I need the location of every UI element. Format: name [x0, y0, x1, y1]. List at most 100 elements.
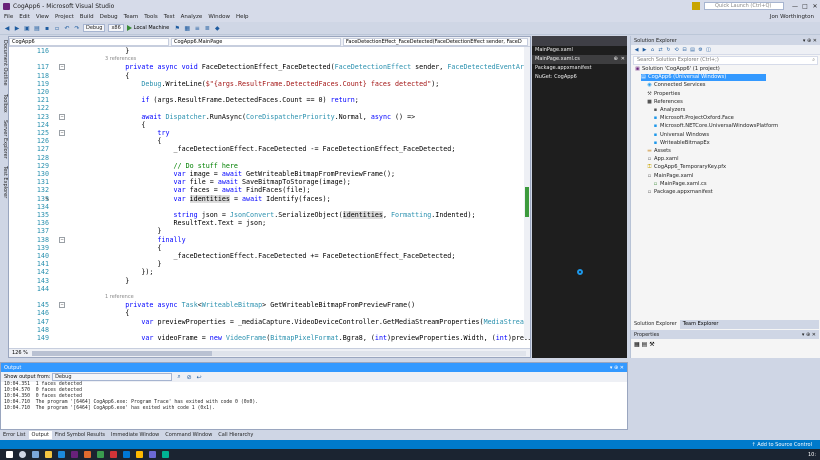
panel-pin-icon[interactable]: ▾ ⊕ ✕ [803, 38, 817, 44]
panel-pin-icon[interactable]: ▾ ⊕ ✕ [610, 365, 624, 371]
tab-output[interactable]: Output [28, 431, 52, 439]
editor-vertical-scrollbar[interactable] [524, 47, 530, 339]
collapse-all-icon[interactable]: ⊟ [681, 46, 688, 53]
tree-item[interactable]: ▫ Package.appxmanifest [647, 189, 713, 196]
tree-item[interactable]: ▪ Microsoft.NETCore.UniversalWindowsPlatf… [653, 123, 778, 130]
wrench-icon[interactable]: ⚒ [649, 341, 654, 348]
class-dropdown[interactable]: CogApp6.MainPage [171, 37, 341, 46]
tab-find-symbol-results[interactable]: Find Symbol Results [52, 431, 108, 439]
menu-build[interactable]: Build [80, 14, 94, 20]
tree-item[interactable]: ▣ Solution 'CogApp6' (1 project) [635, 66, 720, 73]
collapse-region-icon[interactable]: − [59, 236, 65, 243]
signed-in-user[interactable]: Jon Worthington [770, 14, 814, 20]
word-wrap-icon[interactable]: ↩ [195, 373, 203, 381]
tab-immediate-window[interactable]: Immediate Window [108, 431, 162, 439]
tree-item[interactable]: ▬ Assets [647, 148, 671, 155]
tree-item[interactable]: ◉ Connected Services [647, 82, 705, 89]
show-all-files-icon[interactable]: ▤ [689, 46, 696, 53]
sync-icon[interactable]: ⟲ [673, 46, 680, 53]
tab-command-window[interactable]: Command Window [162, 431, 215, 439]
quick-launch-input[interactable]: Quick Launch (Ctrl+Q) [704, 2, 784, 10]
collapse-region-icon[interactable]: − [59, 302, 65, 309]
doc-item-mainpage-xaml[interactable]: MainPage.xaml [532, 46, 627, 55]
tree-item[interactable]: ▪ Universal Windows [653, 132, 709, 139]
attach-icon[interactable]: ⚑ [173, 24, 181, 32]
edge-icon[interactable] [58, 451, 65, 458]
menu-test[interactable]: Test [164, 14, 175, 20]
comment-icon[interactable]: ≡ [193, 24, 201, 32]
tree-item[interactable]: ▫ MainPage.xaml.cs [653, 181, 707, 188]
search-icon[interactable] [19, 451, 26, 458]
horizontal-scroll-thumb[interactable] [31, 350, 212, 356]
save-all-icon[interactable]: ▫ [53, 24, 61, 32]
panel-pin-icon[interactable]: ▾ ⊕ ✕ [802, 332, 816, 338]
alphabetical-icon[interactable]: ▤ [642, 341, 648, 348]
task-view-icon[interactable] [32, 451, 39, 458]
collapse-region-icon[interactable]: − [59, 64, 65, 71]
code-text[interactable]: var videoFrame = new VideoFrame(BitmapPi… [93, 334, 530, 343]
app-icon[interactable] [136, 451, 143, 458]
tree-item[interactable]: ■ References [647, 99, 683, 106]
tree-item[interactable]: ▪ Microsoft.ProjectOxford.Face [653, 115, 734, 122]
close-button[interactable]: ✕ [810, 3, 820, 10]
forward-icon[interactable]: ▶ [641, 46, 648, 53]
menu-help[interactable]: Help [236, 14, 249, 20]
doc-item-mainpage-xaml-cs[interactable]: MainPage.xaml.cs ⊕ ✕ [532, 55, 627, 64]
tree-item[interactable]: ▫ App.xaml [647, 156, 679, 163]
menu-window[interactable]: Window [208, 14, 230, 20]
app-icon[interactable] [110, 451, 117, 458]
close-doc-icon[interactable]: ✕ [621, 55, 625, 64]
find-icon[interactable]: ⌕ [175, 373, 183, 381]
preview-icon[interactable]: ◫ [705, 46, 712, 53]
tab-error-list[interactable]: Error List [0, 431, 29, 439]
tree-item[interactable]: ▪ Analyzers [653, 107, 685, 114]
forward-icon[interactable]: ▶ [13, 24, 21, 32]
uncomment-icon[interactable]: ≣ [203, 24, 211, 32]
minimize-button[interactable]: — [790, 3, 800, 10]
start-debugging-button[interactable]: Local Machine [126, 25, 169, 31]
output-source-select[interactable]: Debug [52, 373, 173, 381]
menu-file[interactable]: File [4, 14, 13, 20]
tab-call-hierarchy[interactable]: Call Hierarchy [215, 431, 256, 439]
open-icon[interactable]: ▤ [33, 24, 41, 32]
app-icon[interactable] [97, 451, 104, 458]
tree-item[interactable]: ▫ MainPage.xaml [647, 173, 694, 180]
menu-analyze[interactable]: Analyze [181, 14, 203, 20]
undo-icon[interactable]: ↶ [63, 24, 71, 32]
maximize-button[interactable]: □ [800, 3, 810, 10]
app-icon[interactable] [84, 451, 91, 458]
solution-search-input[interactable]: Search Solution Explorer (Ctrl+;) ⌕ [633, 56, 818, 65]
pending-changes-icon[interactable]: ↻ [665, 46, 672, 53]
home-icon[interactable]: ⌂ [649, 46, 656, 53]
project-dropdown[interactable]: CogApp6 [9, 37, 169, 46]
member-dropdown[interactable]: FaceDetectionEffect_FaceDetected(FaceDet… [343, 37, 528, 46]
app-icon[interactable] [123, 451, 130, 458]
code-line[interactable]: 149 var videoFrame = new VideoFrame(Bitm… [9, 334, 530, 343]
tab-team-explorer[interactable]: Team Explorer [680, 320, 722, 329]
tab-test-explorer[interactable]: Test Explorer [0, 166, 8, 198]
scroll-thumb[interactable] [525, 187, 529, 217]
start-icon[interactable] [6, 451, 13, 458]
doc-item-nuget[interactable]: NuGet: CogApp6 [532, 73, 627, 82]
tree-item[interactable]: ▪ WriteableBitmapEx [653, 140, 710, 147]
code-area[interactable]: 116 } 3 references 117− private async void… [9, 47, 530, 349]
menu-view[interactable]: View [36, 14, 49, 20]
app-icon[interactable] [162, 451, 169, 458]
tab-solution-explorer[interactable]: Solution Explorer [631, 320, 680, 329]
solution-platform-select[interactable]: x86 [108, 24, 124, 32]
menu-team[interactable]: Team [124, 14, 139, 20]
categorized-icon[interactable]: ▦ [634, 341, 640, 348]
clear-all-icon[interactable]: ⊘ [185, 373, 193, 381]
zoom-level[interactable]: 126 % [12, 350, 28, 356]
editor-horizontal-scrollbar[interactable] [31, 350, 526, 356]
tree-item[interactable]: ▤ CogApp6 (Universal Windows) [641, 74, 767, 82]
output-text[interactable]: 10:04.351 1 faces detected 10:04.570 0 fa… [1, 382, 627, 412]
feedback-flag-icon[interactable] [692, 2, 700, 10]
menu-tools[interactable]: Tools [144, 14, 158, 20]
new-project-icon[interactable]: ▣ [23, 24, 31, 32]
tree-item[interactable]: ⚒ Properties [647, 91, 680, 98]
solution-configuration-select[interactable]: Debug [83, 24, 106, 32]
switch-views-icon[interactable]: ⇄ [657, 46, 664, 53]
menu-project[interactable]: Project [55, 14, 74, 20]
menu-debug[interactable]: Debug [100, 14, 118, 20]
